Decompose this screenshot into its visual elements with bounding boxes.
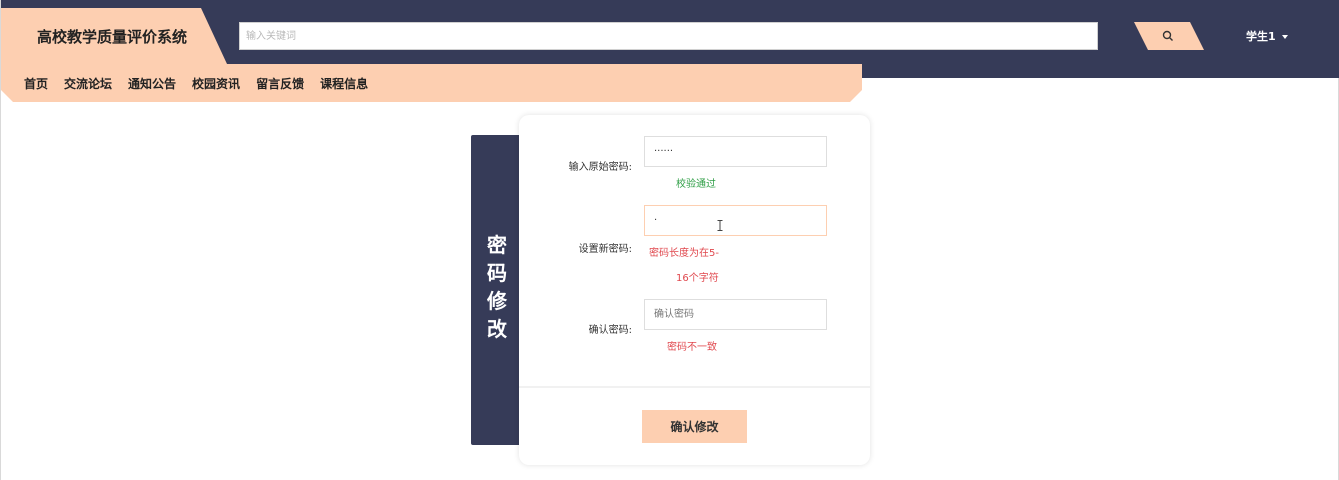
side-title: 密码修改: [487, 233, 507, 341]
nav-item-feedback[interactable]: 留言反馈: [256, 75, 304, 92]
new-password-input[interactable]: [644, 205, 827, 236]
nav-item-forum[interactable]: 交流论坛: [64, 75, 112, 92]
caret-down-icon: [1281, 35, 1288, 39]
old-password-input[interactable]: [644, 136, 827, 167]
user-name: 学生1: [1246, 30, 1276, 43]
confirm-password-input[interactable]: [644, 299, 827, 330]
nav-item-courses[interactable]: 课程信息: [320, 75, 368, 92]
nav-item-home[interactable]: 首页: [24, 75, 48, 92]
nav-item-campus-news[interactable]: 校园资讯: [192, 75, 240, 92]
search-input[interactable]: [239, 22, 1098, 50]
new-password-label: 设置新密码:: [578, 244, 632, 255]
user-menu[interactable]: 学生1: [1246, 28, 1288, 44]
confirm-password-error: 密码不一致: [667, 342, 717, 353]
confirm-change-button[interactable]: 确认修改: [642, 410, 747, 443]
nav-item-notices[interactable]: 通知公告: [128, 75, 176, 92]
old-password-label: 输入原始密码:: [568, 162, 632, 173]
main-nav: 首页 交流论坛 通知公告 校园资讯 留言反馈 课程信息: [1, 64, 862, 102]
text-cursor-icon: [717, 220, 723, 231]
password-change-side-tab: 密码修改: [471, 135, 523, 445]
brand-block: 高校教学质量评价系统: [1, 8, 227, 64]
confirm-password-label: 确认密码:: [588, 325, 632, 336]
brand-title: 高校教学质量评价系统: [37, 28, 188, 46]
search-icon: [1162, 30, 1173, 41]
new-password-error-line1: 密码长度为在5-: [649, 248, 719, 259]
new-password-error-line2: 16个字符: [676, 273, 719, 284]
old-password-status: 校验通过: [676, 179, 716, 190]
form-divider: [519, 386, 870, 388]
password-form-card: 输入原始密码: 校验通过 设置新密码: 密码长度为在5- 16个字符 确认密码:…: [519, 115, 870, 465]
